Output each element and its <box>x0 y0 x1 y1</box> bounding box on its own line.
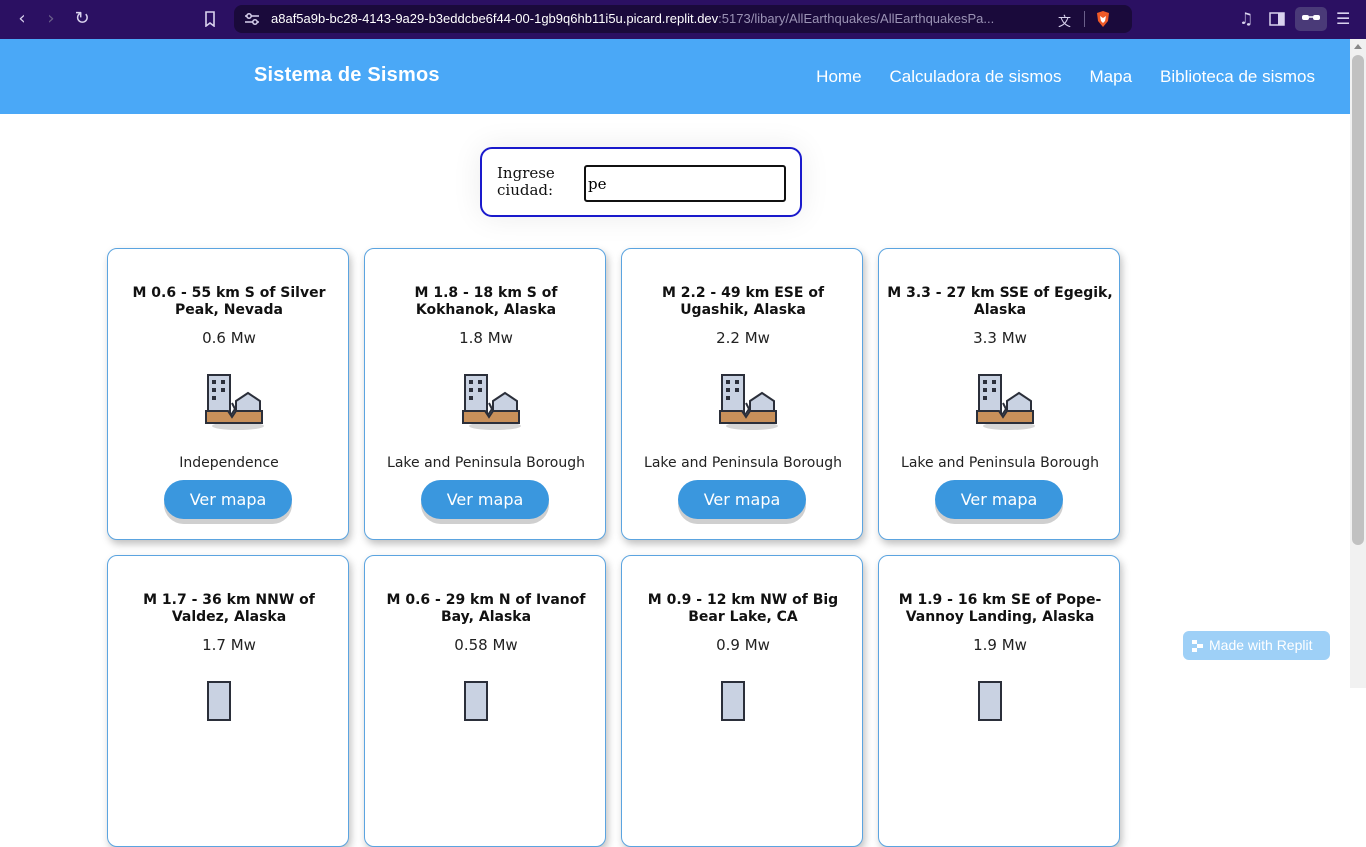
earthquake-building-icon <box>719 374 778 430</box>
card-title: M 1.7 - 36 km NNW of Valdez, Alaska <box>143 592 315 625</box>
bookmark-icon[interactable] <box>199 8 221 30</box>
card-magnitude: 1.7 Mw <box>202 636 256 654</box>
nav-library[interactable]: Biblioteca de sismos <box>1160 67 1315 87</box>
city-search-box: Ingrese ciudad: <box>480 147 802 217</box>
view-map-button[interactable]: Ver mapa <box>421 480 549 519</box>
address-bar[interactable]: a8af5a9b-bc28-4143-9a29-b3eddcbe6f44-00-… <box>234 5 1132 33</box>
menu-icon[interactable]: ☰ <box>1336 8 1350 30</box>
city-search-label: Ingrese ciudad: <box>497 164 555 199</box>
card-title: M 0.6 - 29 km N of Ivanof Bay, Alaska <box>386 592 586 625</box>
card-title: M 0.9 - 12 km NW of Big Bear Lake, CA <box>647 592 839 625</box>
earthquake-card: M 1.8 - 18 km S of Kokhanok, Alaska 1.8 … <box>364 248 606 540</box>
nav-map[interactable]: Mapa <box>1090 67 1133 87</box>
sidebar-icon[interactable] <box>1269 8 1285 32</box>
card-title: M 3.3 - 27 km SSE of Egegik, Alaska <box>887 285 1113 318</box>
card-magnitude: 0.6 Mw <box>202 329 256 347</box>
card-magnitude: 1.8 Mw <box>459 329 513 347</box>
forward-icon[interactable]: › <box>40 8 62 30</box>
page-scrollbar[interactable] <box>1350 39 1366 688</box>
url-host: a8af5a9b-bc28-4143-9a29-b3eddcbe6f44-00-… <box>271 11 719 26</box>
back-icon[interactable]: ‹ <box>11 8 33 30</box>
earthquake-building-icon <box>464 681 488 721</box>
replit-icon <box>1192 640 1203 652</box>
earthquake-card: M 0.6 - 29 km N of Ivanof Bay, Alaska 0.… <box>364 555 606 847</box>
view-map-button[interactable]: Ver mapa <box>935 480 1063 519</box>
earthquake-building-icon <box>721 681 745 721</box>
card-place: Lake and Peninsula Borough <box>644 455 842 471</box>
card-title: M 2.2 - 49 km ESE of Ugashik, Alaska <box>661 285 825 318</box>
card-place: Independence <box>179 455 279 471</box>
brand-title[interactable]: Sistema de Sismos <box>254 64 440 87</box>
nav-calculator[interactable]: Calculadora de sismos <box>890 67 1062 87</box>
card-place: Lake and Peninsula Borough <box>387 455 585 471</box>
earthquake-card: M 1.9 - 16 km SE of Pope-Vannoy Landing,… <box>878 555 1120 847</box>
browser-toolbar: ‹ › ↻ a8af5a9b-bc28-4143-9a29-b3eddcbe6f… <box>0 0 1366 39</box>
earthquake-building-icon <box>976 374 1035 430</box>
brave-shield-icon[interactable] <box>1095 10 1111 28</box>
earthquake-card: M 2.2 - 49 km ESE of Ugashik, Alaska 2.2… <box>621 248 863 540</box>
card-title: M 0.6 - 55 km S of Silver Peak, Nevada <box>132 285 326 318</box>
card-place: Lake and Peninsula Borough <box>901 455 1099 471</box>
badge-label: Made with Replit <box>1209 637 1313 653</box>
view-map-button[interactable]: Ver mapa <box>678 480 806 519</box>
earthquake-building-icon <box>462 374 521 430</box>
made-with-replit-badge[interactable]: Made with Replit <box>1183 631 1330 660</box>
media-icon[interactable]: ♫ <box>1239 8 1253 30</box>
site-settings-icon[interactable] <box>244 12 260 26</box>
url-text: a8af5a9b-bc28-4143-9a29-b3eddcbe6f44-00-… <box>271 11 1061 26</box>
earthquake-card: M 3.3 - 27 km SSE of Egegik, Alaska 3.3 … <box>878 248 1120 540</box>
scroll-up-arrow-icon[interactable] <box>1354 44 1362 49</box>
earthquake-building-icon <box>205 374 264 430</box>
reload-icon[interactable]: ↻ <box>71 8 93 30</box>
earthquake-building-icon <box>207 681 231 721</box>
view-map-button[interactable]: Ver mapa <box>164 480 292 519</box>
scroll-thumb[interactable] <box>1352 55 1364 545</box>
card-magnitude: 3.3 Mw <box>973 329 1027 347</box>
url-path: :5173/libary/AllEarthquakes/AllEarthquak… <box>718 11 995 26</box>
card-magnitude: 0.9 Mw <box>716 636 770 654</box>
card-magnitude: 0.58 Mw <box>454 636 518 654</box>
card-magnitude: 2.2 Mw <box>716 329 770 347</box>
url-divider <box>1084 11 1085 27</box>
private-glasses-icon[interactable] <box>1295 7 1327 31</box>
translate-icon[interactable]: 文 <box>1058 11 1076 30</box>
earthquake-building-icon <box>978 681 1002 721</box>
earthquake-card: M 0.9 - 12 km NW of Big Bear Lake, CA 0.… <box>621 555 863 847</box>
nav-links: Home Calculadora de sismos Mapa Bibliote… <box>816 67 1315 87</box>
card-title: M 1.9 - 16 km SE of Pope-Vannoy Landing,… <box>898 592 1102 625</box>
earthquake-card: M 1.7 - 36 km NNW of Valdez, Alaska 1.7 … <box>107 555 349 847</box>
card-title: M 1.8 - 18 km S of Kokhanok, Alaska <box>414 285 558 318</box>
app-navbar: Sistema de Sismos Home Calculadora de si… <box>0 39 1350 114</box>
nav-home[interactable]: Home <box>816 67 861 87</box>
earthquake-card: M 0.6 - 55 km S of Silver Peak, Nevada 0… <box>107 248 349 540</box>
city-search-input[interactable] <box>584 165 786 202</box>
card-magnitude: 1.9 Mw <box>973 636 1027 654</box>
